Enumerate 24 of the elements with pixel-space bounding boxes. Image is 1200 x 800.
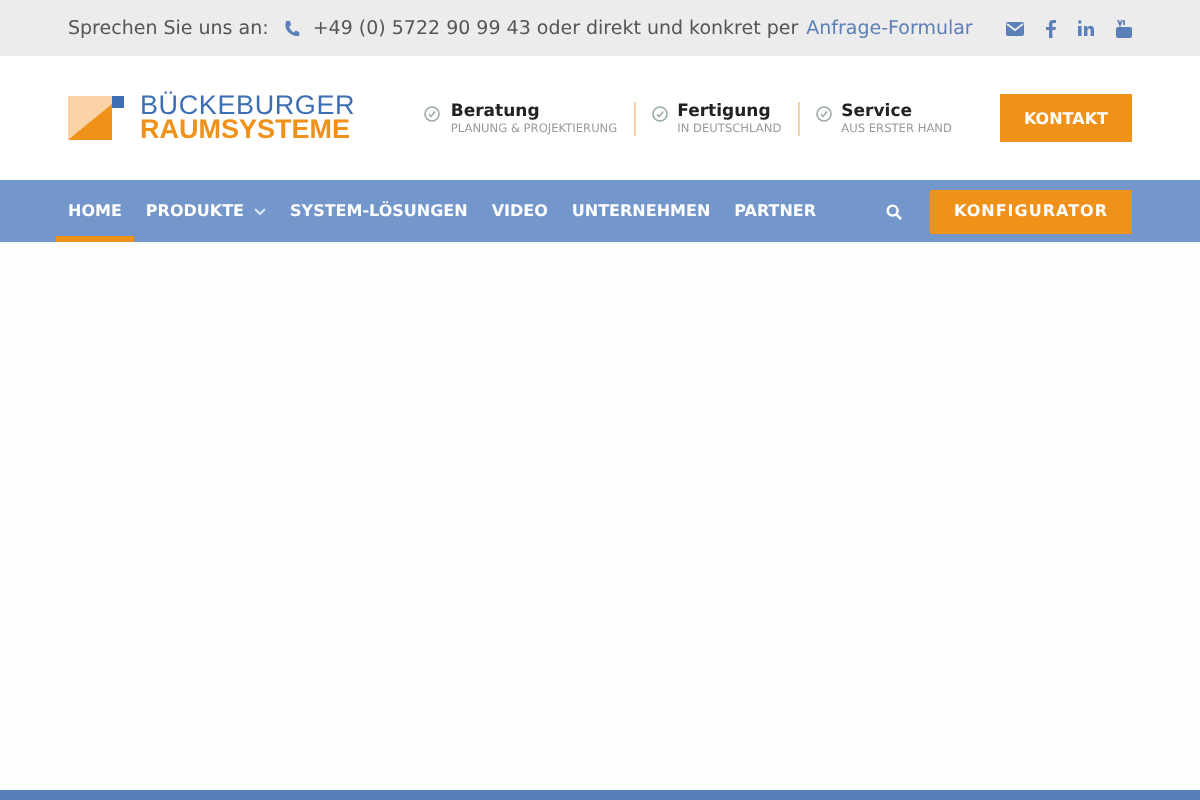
check-circle-icon [651,105,668,121]
search-icon[interactable] [886,203,902,219]
feature-title: Beratung [450,101,542,121]
contact-button[interactable]: KONTAKT [999,94,1132,142]
feature-title: Fertigung [677,101,773,121]
phone-text: +49 (0) 5722 90 99 43 oder direkt und konkret per [312,17,799,39]
email-icon[interactable] [1006,21,1024,35]
logo-text-bottom: RAUMSYSTEME [140,118,351,142]
feature-title: Service [841,101,914,121]
linkedin-icon[interactable] [1078,20,1094,36]
nav-item[interactable]: PRODUKTE [133,180,279,242]
youtube-icon[interactable] [1116,19,1132,37]
logo-text-top: BÜCKEBURGER [140,94,356,118]
check-circle-icon [424,105,441,121]
phone-icon [284,19,301,37]
nav-item[interactable]: VIDEO [479,180,560,242]
facebook-icon[interactable] [1046,19,1056,37]
nav-item[interactable]: PARTNER [722,180,829,242]
contact-label: Sprechen Sie uns an: [68,17,269,39]
check-circle-icon [815,105,832,121]
request-form-link[interactable]: Anfrage-Formular [806,17,973,39]
nav-item[interactable]: SYSTEM-LÖSUNGEN [278,180,480,242]
nav-item[interactable]: UNTERNEHMEN [559,180,723,242]
configurator-button[interactable]: KONFIGURATOR [930,189,1132,233]
